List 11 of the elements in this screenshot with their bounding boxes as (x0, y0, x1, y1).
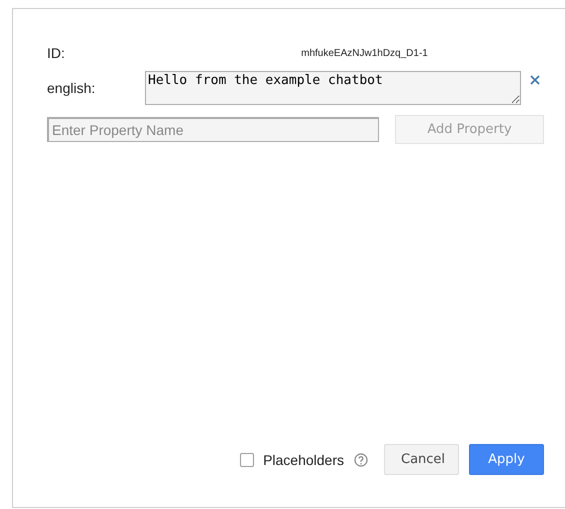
placeholders-checkbox[interactable] (240, 452, 254, 466)
help-icon[interactable] (354, 452, 368, 466)
property-name-field[interactable]: Enter Property Name (47, 117, 379, 142)
placeholders-label: Placeholders (263, 452, 344, 468)
english-label: english: (47, 80, 96, 96)
cancel-button[interactable]: Cancel (384, 444, 459, 475)
id-value: mhfukeEAzNJw1hDzq_D1-1 (300, 48, 429, 58)
id-label: ID: (47, 45, 66, 61)
apply-button[interactable]: Apply (469, 444, 544, 475)
close-icon[interactable] (530, 75, 540, 85)
translation-field[interactable]: Hello from the example chatbot (145, 71, 521, 105)
